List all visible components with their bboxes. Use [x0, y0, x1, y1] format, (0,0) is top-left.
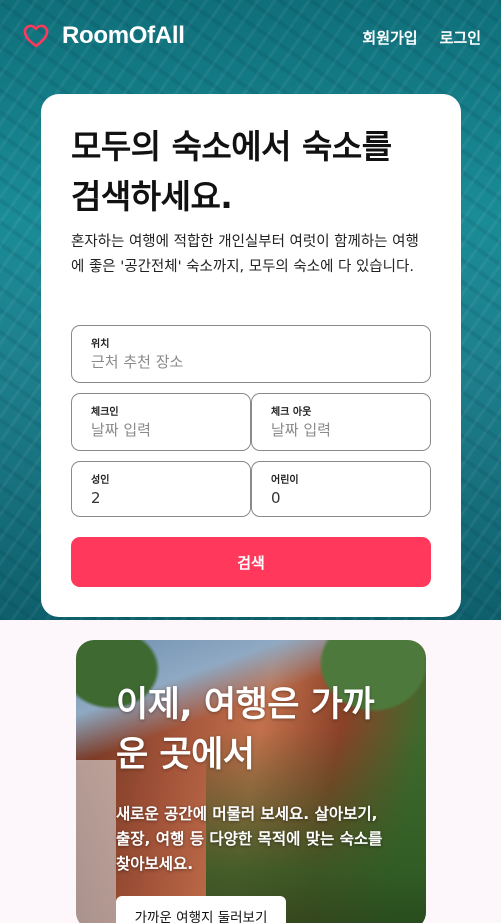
- promo-title: 이제, 여행은 가까운 곳에서: [116, 685, 375, 775]
- promo-waterfall: [76, 760, 116, 923]
- explore-nearby-button[interactable]: 가까운 여행지 둘러보기: [116, 896, 286, 923]
- children-label: 어린이: [271, 475, 299, 486]
- top-navigation: RoomOfAll 회원가입 로그인: [0, 0, 501, 74]
- search-title: 모두의 숙소에서 숙소를 검색하세요.: [71, 127, 392, 216]
- location-label: 위치: [91, 339, 110, 350]
- checkout-input[interactable]: [271, 421, 411, 439]
- promo-card: 이제, 여행은 가까운 곳에서 새로운 공간에 머물러 보세요. 살아보기, 출…: [76, 640, 426, 923]
- auth-nav: 회원가입 로그인: [362, 27, 481, 48]
- login-link[interactable]: 로그인: [440, 27, 481, 48]
- heart-icon: [23, 24, 49, 48]
- adults-field[interactable]: 성인: [71, 461, 251, 517]
- checkin-field[interactable]: 체크인: [71, 393, 251, 451]
- search-description: 혼자하는 여행에 적합한 개인실부터 여럿이 함께하는 여행에 좋은 '공간전체…: [71, 234, 419, 275]
- brand-name: RoomOfAll: [62, 22, 185, 49]
- hero-section: RoomOfAll 회원가입 로그인 모두의 숙소에서 숙소를 검색하세요. 혼…: [0, 0, 501, 620]
- search-button[interactable]: 검색: [71, 537, 431, 587]
- promo-description: 새로운 공간에 머물러 보세요. 살아보기, 출장, 여행 등 다양한 목적에 …: [116, 805, 383, 873]
- checkout-label: 체크 아웃: [271, 407, 312, 418]
- children-field[interactable]: 어린이: [251, 461, 431, 517]
- checkin-label: 체크인: [91, 407, 119, 418]
- checkin-input[interactable]: [91, 421, 231, 439]
- adults-label: 성인: [91, 475, 110, 486]
- children-input[interactable]: [271, 489, 411, 507]
- signup-link[interactable]: 회원가입: [362, 27, 417, 48]
- search-card: 모두의 숙소에서 숙소를 검색하세요. 혼자하는 여행에 적합한 개인실부터 여…: [41, 94, 461, 617]
- adults-input[interactable]: [91, 489, 231, 507]
- logo[interactable]: RoomOfAll: [22, 22, 185, 50]
- checkout-field[interactable]: 체크 아웃: [251, 393, 431, 451]
- location-field[interactable]: 위치: [71, 325, 431, 383]
- location-input[interactable]: [91, 353, 411, 371]
